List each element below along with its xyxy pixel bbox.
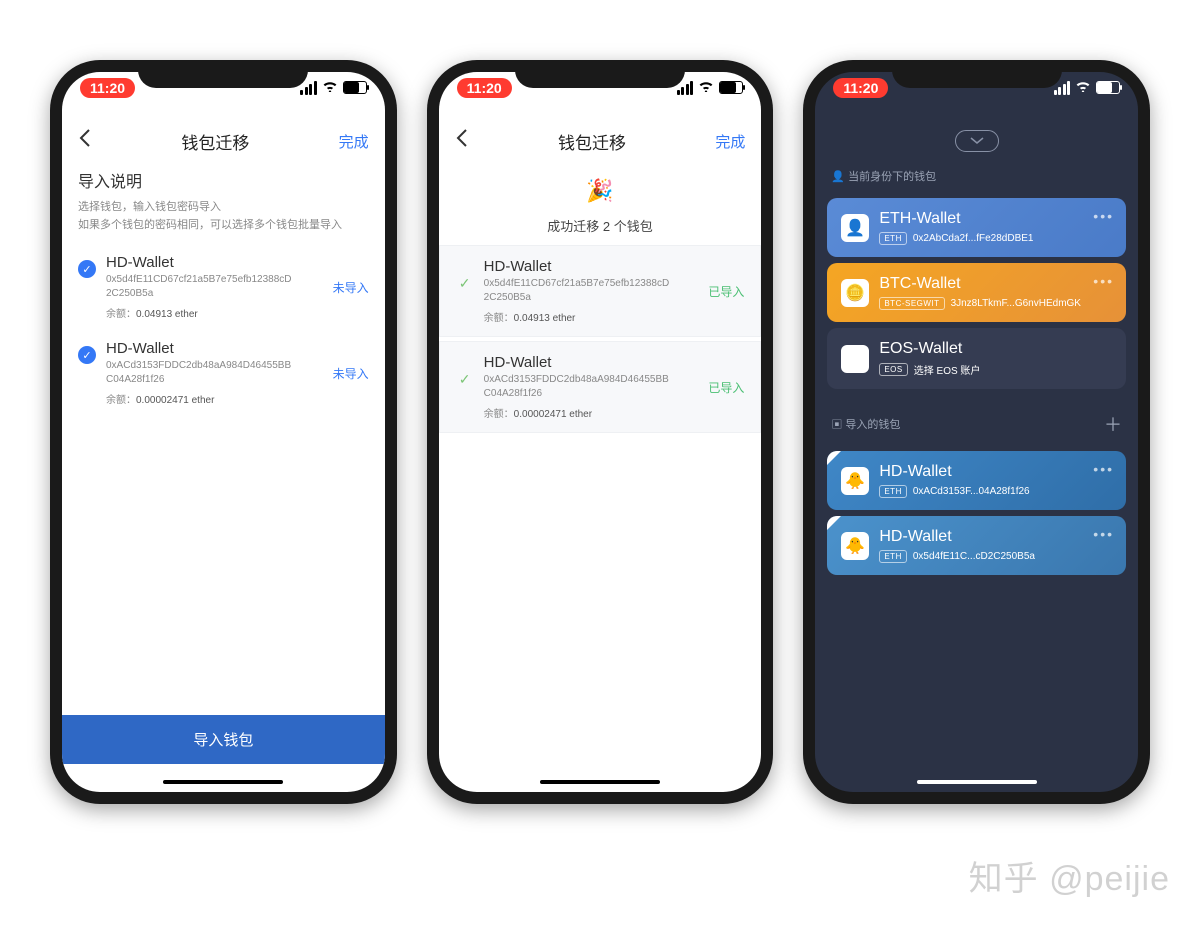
phone-migrate-success: 11:20 钱包迁移 完成 🎉 成功迁移 2 个钱包 [427,60,774,804]
phone-migrate-select: 11:20 钱包迁移 完成 导入说明 选择钱包，输入钱包密码导入 [50,60,397,804]
confetti-icon: 🎉 [439,178,762,204]
hd-icon: 🐥 [841,467,869,495]
eos-icon: ◆ [841,345,869,373]
wallet-address: 0xACd3153FDDC2db48aA984D46455BBC04A28f1f… [484,373,674,401]
wallet-name: HD-Wallet [484,354,699,371]
nav-title: 钱包迁移 [558,129,626,154]
done-button[interactable]: 完成 [715,131,745,152]
nav-bar: 钱包迁移 完成 [62,124,385,164]
wallet-row[interactable]: ✓ HD-Wallet 0xACd3153FDDC2db48aA984D4645… [62,330,385,416]
wallet-name: EOS-Wallet [879,340,980,358]
wallet-row[interactable]: ✓ HD-Wallet 0x5d4fE11CD67cf21a5B7e75efb1… [62,244,385,330]
status-time: 11:20 [457,78,512,98]
home-indicator[interactable] [163,780,283,784]
btc-icon: 🪙 [841,279,869,307]
wallet-address: 选择 EOS 账户 [914,362,981,377]
desc-line1: 选择钱包，输入钱包密码导入 [78,198,369,214]
phone-wallet-list: 11:20 👤 当前身份下的钱包 ••• 👤 [803,60,1150,804]
nav-title: 钱包迁移 [181,129,249,154]
notch [515,60,685,88]
add-wallet-button[interactable]: ＋ [1104,411,1122,437]
wifi-icon [1075,80,1091,95]
wifi-icon [322,80,338,95]
chain-tag: BTC-SEGWIT [879,297,944,310]
nav-bar: 钱包迁移 完成 [439,124,762,164]
success-message: 成功迁移 2 个钱包 [439,216,762,235]
eth-icon: 👤 [841,214,869,242]
wallet-name: HD-Wallet [484,258,699,275]
import-description: 导入说明 选择钱包，输入钱包密码导入 如果多个钱包的密码相同，可以选择多个钱包批… [62,164,385,244]
check-icon[interactable]: ✓ [78,260,96,278]
wallet-name: BTC-Wallet [879,275,1081,293]
wallet-card-imported[interactable]: ••• 🐥 HD-Wallet ETH 0x5d4fE11C...cD2C250… [827,516,1126,575]
wallet-card-btc[interactable]: ••• 🪙 BTC-Wallet BTC-SEGWIT 3Jnz8LTkmF..… [827,263,1126,322]
wallet-name: HD-Wallet [879,528,1035,546]
hd-icon: 🐥 [841,532,869,560]
home-indicator[interactable] [917,780,1037,784]
wallet-name: ETH-Wallet [879,210,1033,228]
notch [138,60,308,88]
status-time: 11:20 [80,78,135,98]
battery-icon [1096,81,1120,94]
chain-tag: ETH [879,232,907,245]
wallet-address: 0xACd3153F...04A28f1f26 [913,486,1030,497]
wallet-card-eth[interactable]: ••• 👤 ETH-Wallet ETH 0x2AbCda2f...fFe28d… [827,198,1126,257]
wallet-address: 0x5d4fE11C...cD2C250B5a [913,551,1035,562]
wallet-balance: 余额：0.04913 ether [106,305,323,320]
import-status: 已导入 [708,283,744,300]
check-icon: ✓ [456,370,474,388]
import-status: 已导入 [708,379,744,396]
wallet-address: 3Jnz8LTkmF...G6nvHEdmGK [951,298,1081,309]
import-status: 未导入 [333,365,369,382]
section-identity-wallets: 👤 当前身份下的钱包 [815,152,1138,192]
wallet-card-eos[interactable]: ◆ EOS-Wallet EOS 选择 EOS 账户 [827,328,1126,389]
wallet-name: HD-Wallet [879,463,1029,481]
back-button[interactable] [455,128,469,154]
chain-tag: EOS [879,363,907,376]
battery-icon [719,81,743,94]
import-status: 未导入 [333,279,369,296]
import-wallet-button[interactable]: 导入钱包 [62,715,385,764]
more-icon[interactable]: ••• [1093,273,1114,289]
check-icon[interactable]: ✓ [78,346,96,364]
desc-line2: 如果多个钱包的密码相同，可以选择多个钱包批量导入 [78,216,369,232]
status-time: 11:20 [833,78,888,98]
home-indicator[interactable] [540,780,660,784]
check-icon: ✓ [456,274,474,292]
wallet-address: 0x5d4fE11CD67cf21a5B7e75efb12388cD2C250B… [484,277,674,305]
chain-tag: ETH [879,550,907,563]
desc-heading: 导入说明 [78,168,369,192]
sheet-collapse-handle[interactable] [955,130,999,152]
chain-tag: ETH [879,485,907,498]
wifi-icon [698,80,714,95]
wallet-name: HD-Wallet [106,254,323,271]
wallet-balance: 余额：0.04913 ether [484,309,699,324]
watermark: 知乎 @peijie [969,851,1170,900]
wallet-balance: 余额：0.00002471 ether [106,391,323,406]
battery-icon [343,81,367,94]
notch [892,60,1062,88]
wallet-address: 0x5d4fE11CD67cf21a5B7e75efb12388cD2C250B… [106,273,296,301]
section-imported-wallets: ▣ 导入的钱包 ＋ [815,395,1138,445]
wallet-address: 0x2AbCda2f...fFe28dDBE1 [913,233,1034,244]
wallet-balance: 余额：0.00002471 ether [484,405,699,420]
wallet-name: HD-Wallet [106,340,323,357]
wallet-card-imported[interactable]: ••• 🐥 HD-Wallet ETH 0xACd3153F...04A28f1… [827,451,1126,510]
wallet-row: ✓ HD-Wallet 0xACd3153FDDC2db48aA984D4645… [440,342,761,432]
done-button[interactable]: 完成 [339,131,369,152]
more-icon[interactable]: ••• [1093,526,1114,542]
wallet-row: ✓ HD-Wallet 0x5d4fE11CD67cf21a5B7e75efb1… [440,246,761,336]
back-button[interactable] [78,128,92,154]
wallet-address: 0xACd3153FDDC2db48aA984D46455BBC04A28f1f… [106,359,296,387]
more-icon[interactable]: ••• [1093,208,1114,224]
more-icon[interactable]: ••• [1093,461,1114,477]
